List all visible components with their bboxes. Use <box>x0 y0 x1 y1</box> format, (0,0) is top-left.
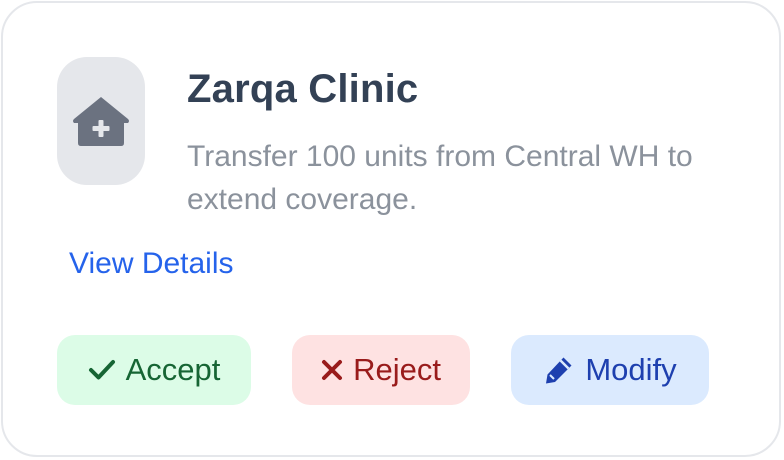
reject-button[interactable]: Reject <box>292 335 470 405</box>
recommendation-card: Zarqa Clinic Transfer 100 units from Cen… <box>1 1 781 457</box>
pencil-icon <box>546 357 572 384</box>
clinic-house-icon <box>73 97 129 146</box>
view-details-link[interactable]: View Details <box>69 247 234 281</box>
accept-button[interactable]: Accept <box>57 335 251 405</box>
close-icon <box>322 360 343 380</box>
modify-label: Modify <box>585 352 677 387</box>
recommendation-description: Transfer 100 units from Central WH to ex… <box>187 140 693 216</box>
checkmark-icon <box>88 360 115 380</box>
accept-label: Accept <box>125 352 221 387</box>
clinic-icon-tile <box>57 57 145 185</box>
reject-label: Reject <box>353 352 441 387</box>
clinic-title: Zarqa Clinic <box>187 67 419 111</box>
modify-button[interactable]: Modify <box>511 335 709 405</box>
